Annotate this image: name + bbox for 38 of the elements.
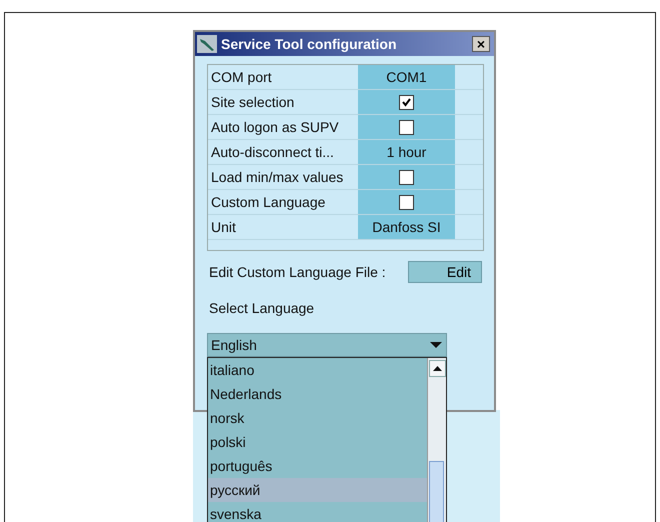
setting-value-cell[interactable] (358, 115, 455, 139)
wrench-icon (197, 35, 217, 53)
scroll-thumb[interactable] (429, 461, 444, 522)
setting-label: Unit (210, 218, 237, 237)
language-option[interactable]: svenska (208, 502, 427, 522)
checkbox[interactable] (399, 94, 414, 110)
window-title: Service Tool configuration (221, 36, 398, 52)
setting-label: COM port (210, 68, 273, 87)
checkbox[interactable] (399, 120, 414, 134)
setting-label: Auto-disconnect ti... (210, 143, 335, 162)
setting-value: COM1 (386, 69, 427, 85)
scroll-up-icon[interactable] (429, 360, 446, 377)
setting-value-cell[interactable]: 1 hour (358, 140, 455, 164)
setting-value-cell[interactable] (358, 90, 455, 114)
setting-value: Danfoss SI (372, 219, 441, 235)
setting-label: Load min/max values (210, 168, 344, 187)
setting-value-cell[interactable]: COM1 (358, 65, 455, 89)
language-option[interactable]: italiano (208, 358, 427, 382)
setting-value: 1 hour (386, 144, 426, 160)
close-button[interactable]: × (472, 36, 490, 52)
checkbox[interactable] (399, 194, 414, 210)
language-option[interactable]: norsk (208, 406, 427, 430)
setting-value-cell[interactable] (358, 190, 455, 214)
edit-button[interactable]: Edit (408, 261, 482, 283)
scrollbar[interactable] (427, 358, 446, 522)
language-option[interactable]: português (208, 454, 427, 478)
setting-label: Custom Language (210, 193, 326, 212)
language-option[interactable]: polski (208, 430, 427, 454)
setting-label: Auto logon as SUPV (210, 118, 340, 137)
setting-value-cell[interactable]: Danfoss SI (358, 215, 455, 239)
setting-label: Site selection (210, 93, 296, 112)
checkbox[interactable] (399, 170, 414, 184)
language-option[interactable]: Nederlands (208, 382, 427, 406)
edit-file-label: Edit Custom Language File : (209, 264, 386, 280)
language-option[interactable]: русский (208, 478, 427, 502)
setting-value-cell[interactable] (358, 165, 455, 189)
language-dropdown[interactable]: English (207, 333, 447, 357)
select-language-label: Select Language (209, 300, 316, 316)
